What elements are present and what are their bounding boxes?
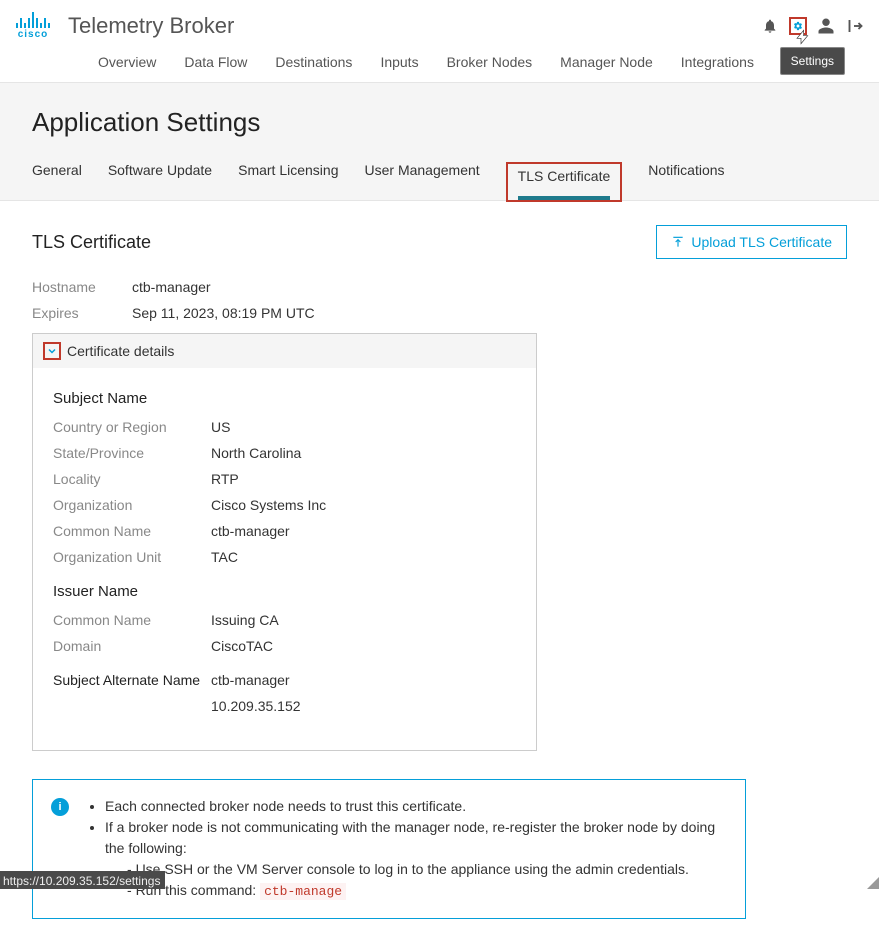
page-title: Application Settings	[32, 107, 847, 138]
expires-label: Expires	[32, 305, 132, 321]
tab-smart-licensing[interactable]: Smart Licensing	[238, 162, 338, 200]
cisco-logo: cisco	[16, 12, 50, 40]
info-sub-1: Use SSH or the VM Server console to log …	[127, 859, 727, 880]
subject-cn-label: Common Name	[53, 523, 211, 539]
org-value: Cisco Systems Inc	[211, 497, 326, 513]
hostname-value: ctb-manager	[132, 279, 211, 295]
ou-label: Organization Unit	[53, 549, 211, 565]
ou-value: TAC	[211, 549, 238, 565]
user-profile-icon[interactable]	[817, 17, 835, 35]
cert-body: Subject Name Country or RegionUS State/P…	[33, 368, 536, 750]
hostname-row: Hostname ctb-manager	[32, 279, 847, 295]
issuer-name-title: Issuer Name	[53, 583, 516, 600]
cert-details-panel: Certificate details Subject Name Country…	[32, 333, 537, 751]
san-values: ctb-manager 10.209.35.152	[211, 672, 301, 724]
collapse-chevron-icon[interactable]	[43, 342, 61, 360]
upload-icon	[671, 235, 685, 249]
settings-header-band: Application Settings General Software Up…	[0, 82, 879, 201]
info-bullet-1: Each connected broker node needs to trus…	[105, 796, 727, 817]
locality-label: Locality	[53, 471, 211, 487]
state-value: North Carolina	[211, 445, 301, 461]
tab-tls-certificate[interactable]: TLS Certificate	[518, 168, 611, 200]
section-title: TLS Certificate	[32, 232, 151, 253]
nav-broker-nodes[interactable]: Broker Nodes	[447, 54, 533, 70]
cisco-logo-bars	[16, 12, 50, 28]
upload-tls-button[interactable]: Upload TLS Certificate	[656, 225, 847, 259]
tab-tls-highlight: TLS Certificate	[506, 162, 623, 202]
settings-gear-icon[interactable]	[789, 17, 807, 35]
state-label: State/Province	[53, 445, 211, 461]
expires-row: Expires Sep 11, 2023, 08:19 PM UTC	[32, 305, 847, 321]
header-icons: Settings	[761, 17, 863, 35]
tab-general[interactable]: General	[32, 162, 82, 200]
resize-grip-icon[interactable]	[867, 877, 879, 889]
nav-destinations[interactable]: Destinations	[275, 54, 352, 70]
tab-user-management[interactable]: User Management	[365, 162, 480, 200]
content: TLS Certificate Upload TLS Certificate H…	[0, 201, 879, 943]
subject-cn-value: ctb-manager	[211, 523, 290, 539]
issuer-cn-value: Issuing CA	[211, 612, 279, 628]
logo-area: cisco Telemetry Broker	[16, 12, 234, 40]
settings-tooltip: Settings	[780, 47, 845, 75]
info-list: Each connected broker node needs to trus…	[87, 796, 727, 902]
nav-inputs[interactable]: Inputs	[380, 54, 418, 70]
san-value-2: 10.209.35.152	[211, 698, 301, 714]
command-code: ctb-manage	[260, 883, 346, 900]
cisco-logo-text: cisco	[18, 30, 49, 40]
issuer-domain-label: Domain	[53, 638, 211, 654]
section-head: TLS Certificate Upload TLS Certificate	[32, 225, 847, 259]
info-icon: i	[51, 798, 69, 816]
cert-details-head[interactable]: Certificate details	[33, 334, 536, 368]
san-title: Subject Alternate Name	[53, 672, 211, 688]
nav-overview[interactable]: Overview	[98, 54, 156, 70]
org-label: Organization	[53, 497, 211, 513]
expires-value: Sep 11, 2023, 08:19 PM UTC	[132, 305, 315, 321]
country-value: US	[211, 419, 230, 435]
browser-status-bar: https://10.209.35.152/settings	[0, 871, 165, 889]
country-label: Country or Region	[53, 419, 211, 435]
cert-details-title: Certificate details	[67, 343, 174, 359]
nav-integrations[interactable]: Integrations	[681, 54, 754, 70]
upload-tls-label: Upload TLS Certificate	[691, 234, 832, 250]
issuer-domain-value: CiscoTAC	[211, 638, 273, 654]
issuer-cn-label: Common Name	[53, 612, 211, 628]
tab-notifications[interactable]: Notifications	[648, 162, 724, 200]
sub-tabs: General Software Update Smart Licensing …	[32, 162, 847, 200]
notification-bell-icon[interactable]	[761, 17, 779, 35]
san-value-1: ctb-manager	[211, 672, 301, 688]
app-title: Telemetry Broker	[68, 13, 234, 39]
main-nav: Overview Data Flow Destinations Inputs B…	[0, 44, 879, 82]
subject-name-title: Subject Name	[53, 390, 516, 407]
nav-data-flow[interactable]: Data Flow	[184, 54, 247, 70]
hostname-label: Hostname	[32, 279, 132, 295]
app-header: cisco Telemetry Broker Settings	[0, 0, 879, 44]
logout-icon[interactable]	[845, 17, 863, 35]
nav-manager-node[interactable]: Manager Node	[560, 54, 653, 70]
tab-software-update[interactable]: Software Update	[108, 162, 212, 200]
info-panel: i Each connected broker node needs to tr…	[32, 779, 746, 919]
locality-value: RTP	[211, 471, 239, 487]
info-sub-2: Run this command: ctb-manage	[127, 880, 727, 902]
